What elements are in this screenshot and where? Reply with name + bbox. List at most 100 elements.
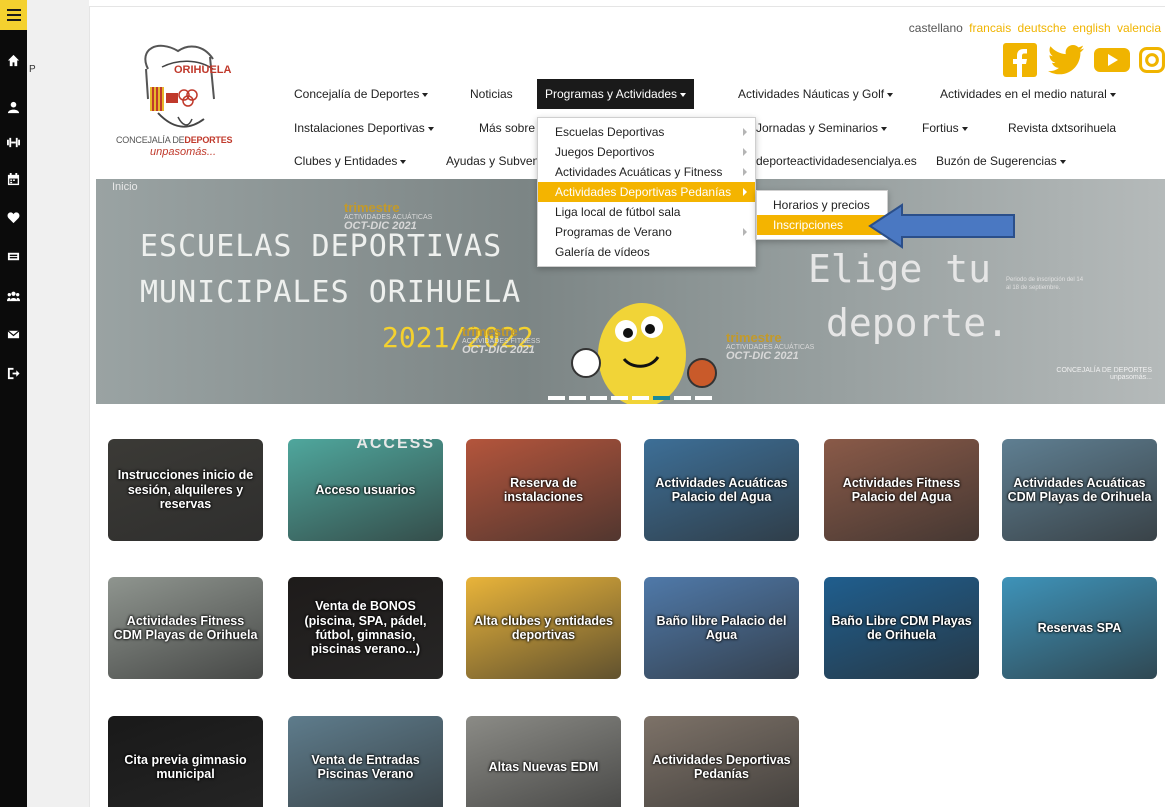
instagram-link[interactable] bbox=[1139, 41, 1165, 79]
tile-label: Actividades Acuáticas CDM Playas de Orih… bbox=[1007, 475, 1152, 504]
slider-dot[interactable] bbox=[590, 396, 607, 400]
tile-label: Baño Libre CDM Playas de Orihuela bbox=[831, 613, 972, 642]
nav-jornadas[interactable]: Jornadas y Seminarios bbox=[756, 117, 926, 139]
sidebar-item-user[interactable] bbox=[0, 95, 27, 119]
banner-trimestre-badge-3: trimestre ACTIVIDADES ACUÁTICAS OCT-DIC 20… bbox=[726, 331, 814, 362]
sidebar-item-messages[interactable] bbox=[0, 322, 27, 346]
tri-word: trimestre bbox=[344, 200, 400, 215]
quick-access-tile[interactable]: Actividades Deportivas Pedanías bbox=[644, 716, 799, 807]
quick-access-tile[interactable]: Instrucciones inicio de sesión, alquiler… bbox=[108, 439, 263, 541]
sidebar-item-fitness[interactable] bbox=[0, 130, 27, 154]
caret-down-icon bbox=[400, 159, 407, 164]
youtube-link[interactable] bbox=[1093, 41, 1131, 79]
caret-down-icon bbox=[422, 92, 429, 97]
quick-access-tile[interactable]: Baño libre Palacio del Agua bbox=[644, 577, 799, 679]
lang-francais[interactable]: francais bbox=[969, 21, 1011, 35]
hamburger-icon bbox=[6, 9, 21, 21]
slider-dot[interactable] bbox=[548, 396, 565, 400]
hamburger-menu-button[interactable] bbox=[0, 0, 27, 30]
main-page: castellano francais deutsche english val… bbox=[89, 6, 1165, 807]
quick-access-tile[interactable]: Actividades Fitness CDM Playas de Orihue… bbox=[108, 577, 263, 679]
sidebar-item-health[interactable] bbox=[0, 205, 27, 229]
nav-nauticas-golf[interactable]: Actividades Náuticas y Golf bbox=[738, 83, 894, 105]
quick-access-tile[interactable]: Actividades Acuáticas CDM Playas de Orih… bbox=[1002, 439, 1157, 541]
banner-line-2: MUNICIPALES ORIHUELA bbox=[140, 275, 522, 310]
logout-icon bbox=[7, 367, 20, 379]
banner-elige: Elige tu bbox=[808, 247, 992, 291]
tri-date: OCT-DIC 2021 bbox=[462, 344, 535, 356]
quick-access-tile[interactable]: Venta de BONOS (piscina, SPA, pádel, fút… bbox=[288, 577, 443, 679]
nav-concejalia[interactable]: Concejalía de Deportes bbox=[294, 83, 429, 105]
quick-access-tile[interactable]: Reserva de instalaciones bbox=[466, 439, 621, 541]
dropdown-item-label: Juegos Deportivos bbox=[555, 145, 655, 159]
nav-buzon[interactable]: Buzón de Sugerencias bbox=[936, 150, 1066, 172]
nav-label: Clubes y Entidades bbox=[294, 154, 398, 168]
dumbbell-icon bbox=[7, 137, 20, 147]
slider-dot[interactable] bbox=[632, 396, 649, 400]
envelope-icon bbox=[7, 329, 20, 338]
quick-access-tile[interactable]: Altas Nuevas EDM bbox=[466, 716, 621, 807]
sidebar-item-calendar[interactable] bbox=[0, 167, 27, 191]
nav-noticias[interactable]: Noticias bbox=[470, 83, 513, 105]
tri-word: trimestre bbox=[726, 330, 782, 345]
ticket-icon bbox=[7, 252, 20, 260]
dropdown-item[interactable]: Liga local de fútbol sala bbox=[538, 202, 755, 222]
nav-medio-natural[interactable]: Actividades en el medio natural bbox=[940, 83, 1116, 105]
nav-programas-actividades[interactable]: Programas y Actividades bbox=[537, 79, 695, 109]
tile-label: Reserva de instalaciones bbox=[503, 475, 584, 504]
dropdown-item[interactable]: Actividades Deportivas Pedanías bbox=[538, 182, 755, 202]
quick-access-tile[interactable]: Cita previa gimnasio municipal bbox=[108, 716, 263, 807]
nav-mas-sobre[interactable]: Más sobre bbox=[479, 117, 535, 139]
quick-access-tile[interactable]: ACCESS Acceso usuarios bbox=[288, 439, 443, 541]
slider-dot[interactable] bbox=[611, 396, 628, 400]
users-icon bbox=[7, 291, 20, 301]
tile-label: Actividades Fitness CDM Playas de Orihue… bbox=[113, 613, 258, 642]
calendar-icon bbox=[7, 172, 20, 185]
sidebar-item-groups[interactable] bbox=[0, 284, 27, 308]
twitter-link[interactable] bbox=[1047, 41, 1085, 79]
lang-deutsche[interactable]: deutsche bbox=[1018, 21, 1067, 35]
sidebar-item-home[interactable] bbox=[0, 48, 27, 72]
quick-access-tile[interactable]: Reservas SPA bbox=[1002, 577, 1157, 679]
slider-dot[interactable] bbox=[653, 396, 670, 400]
chevron-right-icon bbox=[743, 128, 747, 136]
quick-access-tile[interactable]: Actividades Fitness Palacio del Agua bbox=[824, 439, 979, 541]
dropdown-item[interactable]: Actividades Acuáticas y Fitness bbox=[538, 162, 755, 182]
lang-valencia[interactable]: valencia bbox=[1117, 21, 1161, 35]
facebook-link[interactable] bbox=[1001, 41, 1039, 79]
home-icon bbox=[7, 54, 20, 66]
lang-english[interactable]: english bbox=[1073, 21, 1111, 35]
social-links bbox=[1001, 41, 1165, 79]
nav-instalaciones[interactable]: Instalaciones Deportivas bbox=[294, 117, 434, 139]
nav-revista[interactable]: Revista dxtsorihuela bbox=[1008, 117, 1116, 139]
dropdown-item-label: Galería de vídeos bbox=[555, 245, 650, 259]
quick-access-tile[interactable]: Baño Libre CDM Playas de Orihuela bbox=[824, 577, 979, 679]
dropdown-item[interactable]: Programas de Verano bbox=[538, 222, 755, 242]
quick-access-tile[interactable]: Actividades Acuáticas Palacio del Agua bbox=[644, 439, 799, 541]
nav-clubes[interactable]: Clubes y Entidades bbox=[294, 150, 407, 172]
caret-down-icon bbox=[887, 92, 894, 97]
sidebar-item-tickets[interactable] bbox=[0, 244, 27, 268]
sidebar-item-logout[interactable] bbox=[0, 361, 27, 385]
dropdown-item[interactable]: Juegos Deportivos bbox=[538, 142, 755, 162]
nav-label: Noticias bbox=[470, 87, 513, 101]
quick-access-tile[interactable]: Venta de Entradas Piscinas Verano bbox=[288, 716, 443, 807]
nav-label: deporteactividadesencialya.es bbox=[756, 154, 917, 168]
breadcrumb[interactable]: Inicio bbox=[112, 181, 138, 193]
lang-castellano[interactable]: castellano bbox=[909, 21, 963, 35]
dropdown-item[interactable]: Galería de vídeos bbox=[538, 242, 755, 262]
logo-word-b: DEPORTES bbox=[184, 135, 233, 145]
slider-dot[interactable] bbox=[674, 396, 691, 400]
slider-dot[interactable] bbox=[695, 396, 712, 400]
slider-dot[interactable] bbox=[569, 396, 586, 400]
nav-ayudas[interactable]: Ayudas y Subven bbox=[446, 150, 539, 172]
slider-dots bbox=[548, 396, 712, 400]
nav-fortius[interactable]: Fortius bbox=[922, 117, 968, 139]
dropdown-item-label: Escuelas Deportivas bbox=[555, 125, 665, 139]
nav-label: Más sobre bbox=[479, 121, 536, 135]
quick-access-tile[interactable]: Alta clubes y entidades deportivas bbox=[466, 577, 621, 679]
logo-word-a: CONCEJALÍA DE bbox=[116, 135, 185, 145]
tile-label: Actividades Acuáticas Palacio del Agua bbox=[655, 475, 788, 504]
nav-deporteactividades[interactable]: deporteactividadesencialya.es bbox=[756, 150, 926, 172]
dropdown-item[interactable]: Escuelas Deportivas bbox=[538, 122, 755, 142]
